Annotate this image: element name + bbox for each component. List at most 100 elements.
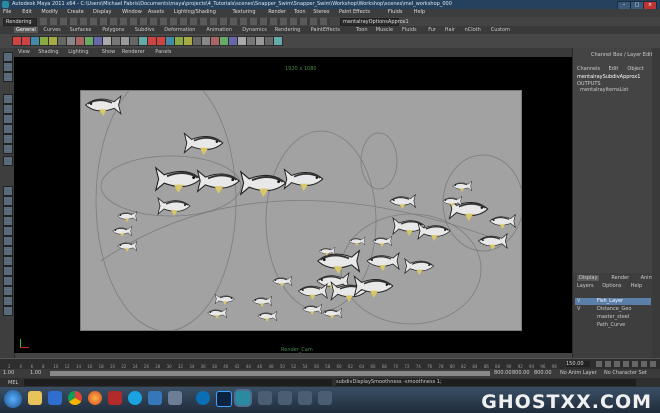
shelf-tab[interactable]: Curves <box>43 27 60 33</box>
anim-layer-dropdown[interactable]: No Anim Layer <box>560 370 597 376</box>
shelf-tab[interactable]: Fluids <box>402 27 417 33</box>
tool-icon[interactable] <box>3 94 13 104</box>
character-set-dropdown[interactable]: No Character Set <box>604 370 647 376</box>
layer-tab[interactable]: Render <box>609 275 631 281</box>
shelf-tab[interactable]: Deformation <box>164 27 195 33</box>
firefox-icon[interactable] <box>88 391 102 405</box>
layer-row[interactable]: Path_Curve <box>575 322 651 329</box>
menu-item[interactable]: Assets <box>148 9 164 15</box>
shelf-tab[interactable]: Toon <box>356 27 368 33</box>
fish-model[interactable] <box>207 307 228 319</box>
end-time-field[interactable]: 800.00 <box>512 370 530 376</box>
layer-visibility-flag[interactable]: V <box>577 298 580 304</box>
menu-item[interactable]: Paint Effects <box>339 9 370 15</box>
shelf-tool-icon[interactable] <box>273 36 283 46</box>
fish-school[interactable] <box>81 91 521 330</box>
tool-icon[interactable] <box>3 134 13 144</box>
fish-model[interactable] <box>157 196 191 216</box>
menu-item[interactable]: Edit <box>22 9 32 15</box>
end-time-field-2[interactable]: 800.00 <box>534 370 552 376</box>
shelf-tab[interactable]: Hair <box>445 27 455 33</box>
fish-model[interactable] <box>322 307 343 319</box>
maya-taskbar-icon[interactable] <box>236 391 250 405</box>
panel-menu-item[interactable]: Renderer <box>122 49 145 55</box>
tool-icon[interactable] <box>3 72 13 82</box>
output-item[interactable]: mentalrayItemsList <box>580 87 628 93</box>
menu-item[interactable]: Modify <box>41 9 58 15</box>
menu-item[interactable]: Texturing <box>233 9 256 15</box>
fish-model[interactable] <box>366 251 400 271</box>
menu-item[interactable]: Create <box>67 9 84 15</box>
tool-icon[interactable] <box>3 296 13 306</box>
tool-icon[interactable] <box>3 266 13 276</box>
panel-menu-item[interactable]: Panels <box>155 49 171 55</box>
menu-item[interactable]: Stereo <box>313 9 329 15</box>
app-icon-15[interactable] <box>318 391 332 405</box>
media-player-icon[interactable] <box>48 391 62 405</box>
fish-model[interactable] <box>372 235 393 247</box>
layer-tab[interactable]: Display <box>577 275 600 281</box>
shelf-tab[interactable]: Fur <box>428 27 436 33</box>
skype-icon[interactable] <box>128 391 142 405</box>
shelf-tab[interactable]: Animation <box>206 27 232 33</box>
playback-end-field[interactable]: 800.00 <box>494 370 512 376</box>
fish-model[interactable] <box>117 210 138 222</box>
tool-icon[interactable] <box>3 236 13 246</box>
tool-icon[interactable] <box>3 246 13 256</box>
tool-icon[interactable] <box>3 52 13 62</box>
shelf-tab[interactable]: Surfaces <box>70 27 92 33</box>
shelf-tab[interactable]: Dynamics <box>242 27 267 33</box>
panel-menu-item[interactable]: Lighting <box>68 49 88 55</box>
app-icon-12[interactable] <box>258 391 272 405</box>
menu-item[interactable]: Toon <box>294 9 306 15</box>
mel-input[interactable] <box>24 379 332 386</box>
layer-row[interactable]: V Distance_Geo <box>575 306 651 313</box>
range-bar[interactable] <box>50 371 490 376</box>
hp-icon[interactable] <box>196 391 210 405</box>
fish-model[interactable] <box>297 282 328 300</box>
attribute-editor-strip[interactable] <box>652 48 660 358</box>
channel-menu-item[interactable]: Object <box>627 66 643 72</box>
fish-model[interactable] <box>283 168 324 191</box>
tool-icon[interactable] <box>3 62 13 72</box>
fish-model[interactable] <box>112 225 133 237</box>
start-button-icon[interactable] <box>4 390 22 408</box>
chrome-icon[interactable] <box>68 391 82 405</box>
fish-model[interactable] <box>239 170 287 197</box>
fish-model[interactable] <box>183 132 224 155</box>
app-icon-14[interactable] <box>298 391 312 405</box>
tool-icon[interactable] <box>3 216 13 226</box>
channel-menu-item[interactable]: Edit <box>609 66 619 72</box>
app-icon-8[interactable] <box>168 391 182 405</box>
fish-model[interactable] <box>389 193 416 209</box>
playback-controls[interactable] <box>596 361 656 367</box>
tool-icon[interactable] <box>3 276 13 286</box>
layer-row[interactable]: V Fish_Layer <box>575 298 651 305</box>
fish-model[interactable] <box>489 213 516 229</box>
layer-row[interactable]: master_steel <box>575 314 651 321</box>
fish-model[interactable] <box>84 94 122 116</box>
tool-icon[interactable] <box>3 114 13 124</box>
menu-item[interactable]: File <box>3 9 11 15</box>
tool-icon[interactable] <box>3 196 13 206</box>
playback-start-field[interactable]: 1.00 <box>30 370 41 376</box>
shelf-tab[interactable]: nCloth <box>465 27 481 33</box>
panel-menu-item[interactable]: Shading <box>38 49 58 55</box>
explorer-icon[interactable] <box>28 391 42 405</box>
tool-icon[interactable] <box>3 124 13 134</box>
layer-menu-item[interactable]: Help <box>631 283 642 289</box>
shelf-tab[interactable]: PaintEffects <box>311 27 340 33</box>
fish-model[interactable] <box>302 303 323 315</box>
fish-model[interactable] <box>257 310 278 322</box>
shelf-tab[interactable]: Rendering <box>275 27 301 33</box>
fish-model[interactable] <box>272 275 293 287</box>
panel-menu-item[interactable]: Show <box>102 49 116 55</box>
start-time-field[interactable]: 1.00 <box>3 370 14 376</box>
fish-model[interactable] <box>252 295 273 307</box>
menu-item[interactable]: Render <box>268 9 286 15</box>
current-time-field[interactable]: 150.00 <box>566 361 590 367</box>
node-name[interactable]: mentalraySubdivApprox1 <box>577 74 640 80</box>
tool-icon[interactable] <box>3 226 13 236</box>
layer-menu-item[interactable]: Options <box>602 283 621 289</box>
fish-model[interactable] <box>477 232 508 250</box>
